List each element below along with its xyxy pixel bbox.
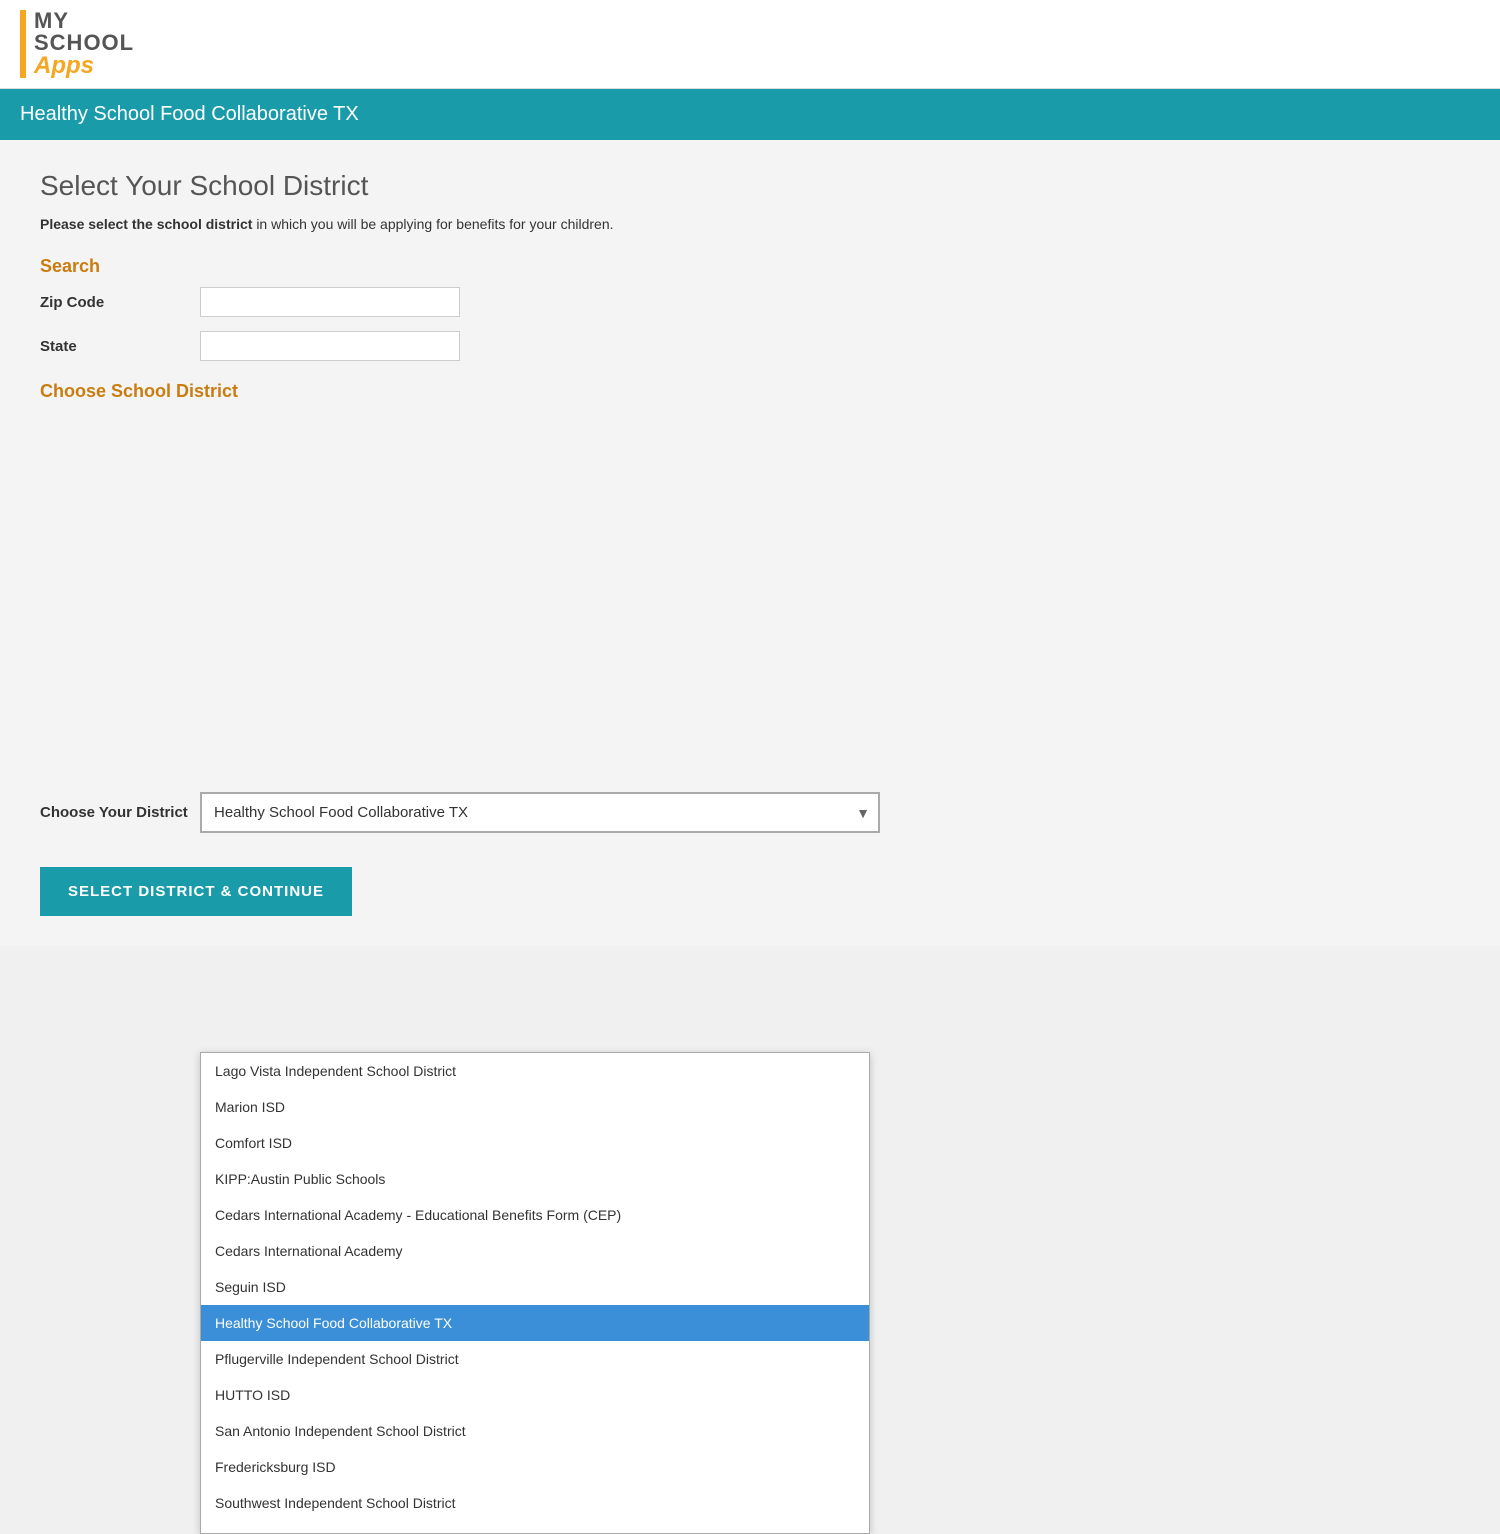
list-item[interactable]: Southwest Independent School District (201, 1485, 869, 1521)
description-prefix: Please select the school district (40, 216, 252, 232)
state-label: State (40, 338, 200, 355)
list-item[interactable]: Cedars International Academy - Education… (201, 1197, 869, 1233)
list-item[interactable]: San Antonio Independent School District (201, 1413, 869, 1449)
list-item[interactable]: Cedars International Academy (201, 1233, 869, 1269)
dropdown-scroll[interactable]: Lago Vista Independent School DistrictMa… (201, 1053, 869, 1533)
page-description: Please select the school district in whi… (40, 216, 940, 232)
list-item[interactable]: Healthy School Food Collaborative TX (201, 1305, 869, 1341)
zip-code-label: Zip Code (40, 294, 200, 311)
state-row: State (40, 331, 1460, 361)
header: MY SCHOOL Apps (0, 0, 1500, 89)
search-section-label: Search (40, 256, 1460, 277)
district-select[interactable]: Lago Vista Independent School DistrictMa… (200, 792, 880, 833)
select-district-button[interactable]: SELECT DISTRICT & CONTINUE (40, 867, 352, 916)
logo-bar (20, 10, 26, 78)
list-item[interactable]: Lago Vista Independent School District (201, 1053, 869, 1089)
list-item[interactable]: Stockdale ISD (201, 1521, 869, 1533)
choose-your-district-label: Choose Your District (40, 804, 200, 821)
zip-code-input[interactable] (200, 287, 460, 317)
logo-my: MY (34, 10, 134, 32)
choose-district-label: Choose School District (40, 381, 1460, 402)
page-title: Select Your School District (40, 170, 1460, 202)
choose-district-section: Choose School District Lago Vista Indepe… (40, 381, 1460, 833)
nav-title: Healthy School Food Collaborative TX (20, 103, 1480, 126)
list-item[interactable]: Seguin ISD (201, 1269, 869, 1305)
search-section: Search Zip Code State (40, 256, 1460, 361)
district-select-wrapper: Lago Vista Independent School DistrictMa… (200, 792, 880, 833)
list-item[interactable]: Pflugerville Independent School District (201, 1341, 869, 1377)
zip-code-row: Zip Code (40, 287, 1460, 317)
choose-your-district-row: Choose Your District Lago Vista Independ… (40, 792, 1460, 833)
list-item[interactable]: Marion ISD (201, 1089, 869, 1125)
list-item[interactable]: Comfort ISD (201, 1125, 869, 1161)
logo-apps: Apps (34, 54, 134, 78)
state-input[interactable] (200, 331, 460, 361)
list-item[interactable]: KIPP:Austin Public Schools (201, 1161, 869, 1197)
list-item[interactable]: HUTTO ISD (201, 1377, 869, 1413)
district-dropdown[interactable]: Lago Vista Independent School DistrictMa… (200, 1052, 870, 1534)
list-item[interactable]: Fredericksburg ISD (201, 1449, 869, 1485)
logo-school: SCHOOL (34, 32, 134, 54)
nav-bar: Healthy School Food Collaborative TX (0, 89, 1500, 140)
logo-text: MY SCHOOL Apps (34, 10, 134, 78)
main-content: Select Your School District Please selec… (0, 140, 1500, 946)
logo: MY SCHOOL Apps (20, 10, 134, 78)
description-suffix: in which you will be applying for benefi… (256, 216, 613, 232)
